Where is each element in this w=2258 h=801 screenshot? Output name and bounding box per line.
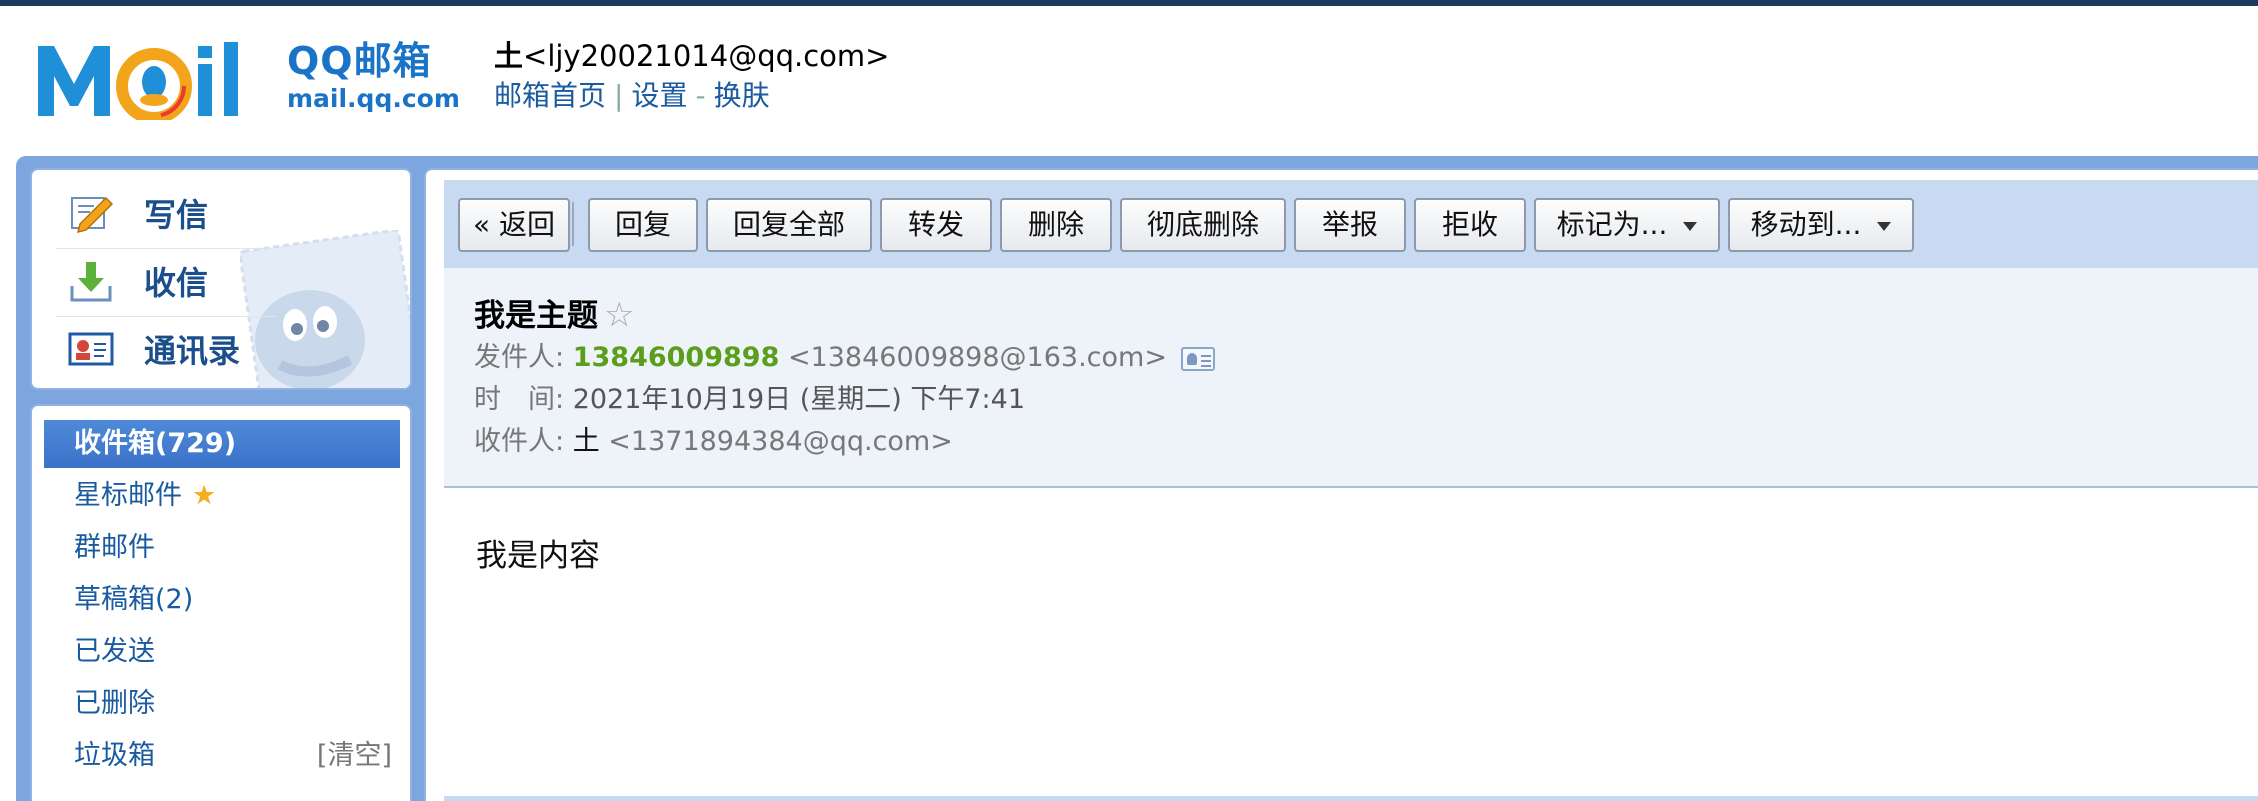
contact-card-icon[interactable] [1180,346,1215,371]
mark-as-label: 标记为... [1556,208,1668,241]
from-label: 发件人: [474,342,565,373]
message-subject: 我是主题 ☆ [474,290,634,335]
message-view: « 返回 回复 回复全部 转发 删除 彻底删除 举报 拒收 标记为... 移动到… [424,168,2258,801]
move-to-label: 移动到... [1750,208,1862,241]
folder-label: 草稿箱(2) [74,584,194,615]
message-toolbar: « 返回 回复 回复全部 转发 删除 彻底删除 举报 拒收 标记为... 移动到… [444,180,2258,268]
recipient-name[interactable]: 土 [573,426,600,457]
delete-permanent-button[interactable]: 彻底删除 [1120,198,1286,252]
chevron-down-icon [1877,221,1892,231]
folder-inbox[interactable]: 收件箱(729) [44,420,400,468]
header-links: 邮箱首页 | 设置 - 换肤 [494,78,770,114]
quick-compose-label: 写信 [144,196,209,234]
quick-actions-panel: 写信 收信 通讯录 [30,168,412,390]
move-to-dropdown[interactable]: 移动到... [1728,198,1914,252]
link-separator: - [695,79,706,112]
back-button[interactable]: « 返回 [458,198,570,252]
user-name: 土 [494,39,524,73]
quick-receive[interactable]: 收信 [68,248,358,314]
folder-sent[interactable]: 已发送 [44,628,400,676]
quick-receive-label: 收信 [144,264,209,302]
to-label: 收件人: [474,426,565,457]
contacts-icon [68,332,114,366]
folder-group-mail[interactable]: 群邮件 [44,524,400,572]
reply-button[interactable]: 回复 [588,198,698,252]
link-settings[interactable]: 设置 [631,79,687,112]
folder-label: 已发送 [74,636,155,667]
quick-contacts[interactable]: 通讯录 [68,316,358,382]
chevron-down-icon [1683,221,1698,231]
brand-domain: mail.qq.com [287,84,460,113]
subject-text: 我是主题 [474,298,598,334]
time-value: 2021年10月19日 (星期二) 下午7:41 [572,384,1025,415]
top-accent-bar [0,0,2258,6]
folder-starred[interactable]: 星标邮件 ★ [44,472,400,520]
toolbar-separator [572,202,574,246]
bottom-toolbar-strip [444,796,2258,801]
recipient-email: <1371894384@qq.com> [608,426,953,457]
sender-row: 发件人: 13846009898 <13846009898@163.com> [474,340,1215,376]
link-skin[interactable]: 换肤 [714,79,770,112]
link-mail-home[interactable]: 邮箱首页 [494,79,606,112]
time-row: 时 间: 2021年10月19日 (星期二) 下午7:41 [474,382,1025,418]
recipient-row: 收件人: 土 <1371894384@qq.com> [474,424,953,460]
brand-name: QQ邮箱 [287,39,432,83]
message-header: 我是主题 ☆ 发件人: 13846009898 <13846009898@163.… [444,268,2258,488]
reject-button[interactable]: 拒收 [1414,198,1526,252]
forward-button[interactable]: 转发 [880,198,992,252]
folder-list: 收件箱(729) 星标邮件 ★ 群邮件 草稿箱(2) 已发送 已删除 垃圾箱 [清… [30,404,412,801]
mark-as-dropdown[interactable]: 标记为... [1534,198,1720,252]
folder-label: 收件箱(729) [74,428,237,459]
folder-spam[interactable]: 垃圾箱 [清空] [44,732,400,780]
report-button[interactable]: 举报 [1294,198,1406,252]
folder-label: 垃圾箱 [74,740,155,771]
folder-drafts[interactable]: 草稿箱(2) [44,576,400,624]
brand: QQ邮箱 mail.qq.com [287,38,460,114]
reply-all-button[interactable]: 回复全部 [706,198,872,252]
quick-compose[interactable]: 写信 [68,180,358,246]
time-label: 时 间: [474,384,565,415]
star-toggle-icon[interactable]: ☆ [604,295,634,335]
folder-label: 群邮件 [74,532,155,563]
link-separator: | [614,79,624,112]
sender-name[interactable]: 13846009898 [573,342,780,373]
message-body: 我是内容 [476,538,600,574]
user-info: 土<ljy20021014@qq.com> [494,38,889,74]
compose-icon [71,196,114,234]
folder-label: 星标邮件 [74,480,182,511]
folder-label: 已删除 [74,688,155,719]
sender-email: <13846009898@163.com> [787,342,1167,373]
folder-deleted[interactable]: 已删除 [44,680,400,728]
mail-logo-icon [38,42,238,120]
inbox-download-icon [70,262,112,302]
quick-contacts-label: 通讯录 [144,332,241,370]
delete-button[interactable]: 删除 [1000,198,1112,252]
user-email: <ljy20021014@qq.com> [523,39,890,73]
clear-spam-link[interactable]: [清空] [317,732,392,780]
star-icon: ★ [192,480,217,511]
